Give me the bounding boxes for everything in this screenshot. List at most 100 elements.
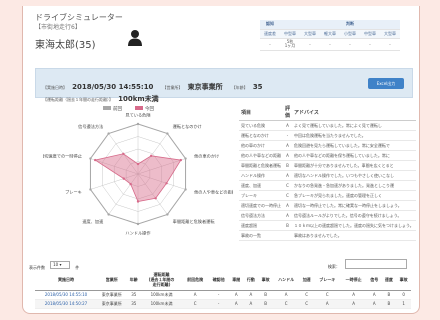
radar-category-label: 運転となのかけ (173, 123, 202, 130)
feedback-advice: 事故はありませんでした。 (292, 230, 416, 241)
feedback-item: 他の車のかけ (239, 140, 283, 151)
history-col-header[interactable]: 前回危険 (181, 270, 209, 291)
radar-point (136, 200, 140, 203)
history-cell: 35 (126, 299, 142, 309)
history-cell: A (243, 290, 259, 300)
history-cell: 1 (396, 299, 411, 309)
history-cell: B (258, 290, 273, 300)
group-header-cognition: 認知 (260, 20, 280, 30)
col-header: 大型車 (300, 29, 320, 39)
feedback-item: 速度、加速 (239, 180, 283, 191)
search-label: 検索： (327, 264, 340, 269)
history-row[interactable]: 2018/05/30 14:55:10 東京事業所 35 100km未満 A - A A B A C… (35, 290, 411, 300)
radar-point (136, 162, 140, 166)
history-cell: 35 (126, 290, 142, 300)
history-col-header[interactable]: 行動 (243, 270, 259, 291)
radar-category-label: 信号遵法方法 (78, 123, 103, 130)
feedback-grade: A (283, 200, 293, 211)
history-cell: - (208, 299, 229, 309)
history-col-header[interactable]: 車間 (228, 270, 244, 291)
radar-category-label: 他の車のかけ (194, 152, 219, 159)
distance-value: 100km未満 (118, 95, 159, 103)
col-header: 大型車 (380, 29, 400, 39)
history-col-header[interactable]: 信号 (366, 270, 382, 291)
radar-category-label: 他の人や車などの距離 (194, 189, 233, 196)
excel-export-button[interactable]: Excel出力 (368, 78, 404, 89)
feedback-table: 項目 評価 アドバイス 見ている危険 A よく見て運転していました。常によく見て運転… (239, 104, 416, 241)
feedback-grade: A (283, 140, 293, 151)
history-col-header[interactable]: ブレーキ (314, 270, 341, 291)
radar-category-label: 見ている危険 (125, 112, 151, 119)
feedback-row: 適切速度での一時停止 A 適切な一時停止でした。常に確実な一時停止をしましょう。 (239, 200, 416, 211)
legend-swatch (103, 106, 111, 110)
cell-value: - (340, 38, 360, 51)
history-col-header[interactable]: 速度 (381, 270, 397, 291)
history-cell: C (181, 299, 209, 309)
feedback-advice: 危険回避を見たら運転していました。常に安全運転で (292, 140, 416, 151)
history-date-link[interactable]: 2018/05/30 14:50:27 (35, 299, 98, 309)
radar-category-label: 車間距離と危険者運転 (173, 218, 216, 225)
history-date-link[interactable]: 2018/05/30 14:55:10 (35, 290, 98, 300)
history-col-header[interactable]: 確認他 (208, 270, 229, 291)
feedback-row: 他の車のかけ A 危険回避を見たら運転していました。常に安全運転で (239, 140, 416, 151)
feedback-item: 速度超過 (239, 220, 283, 231)
radar-point (129, 182, 132, 186)
feedback-advice: 急ブレーキが見られました。速度の管理を正しく (292, 190, 416, 201)
cell-value: - (360, 38, 380, 51)
page-length-select[interactable]: 10 ▾ (50, 260, 71, 269)
history-col-header[interactable]: 営業所 (97, 270, 127, 291)
radar-category-label: 適切速度での一時停止 (43, 152, 82, 159)
history-cell: B (258, 299, 273, 309)
history-col-header[interactable]: 事故 (258, 270, 273, 291)
feedback-grade: A (283, 170, 293, 181)
office-value: 東京事業所 (187, 83, 223, 91)
radar-point (122, 152, 125, 155)
cognition-judgement-table: 認知 判断 速度差 中型車 大型車 軽大車 小型車 中型車 大型車 - 5秒 1… (260, 20, 400, 51)
history-row[interactable]: 2018/05/30 14:50:27 東京事業所 35 100km未満 C - A A B C C… (35, 299, 411, 309)
office-label: 【営業所】 (162, 85, 183, 90)
history-col-header[interactable]: 年齢 (126, 270, 142, 291)
history-cell: A (340, 290, 367, 300)
summary-band: 【実施日時】 2018/05/30 14:55:10 【営業所】 東京事業所 【… (35, 68, 413, 103)
age-label: 【年齢】 (231, 85, 248, 90)
radar-point (184, 157, 187, 160)
group-header-blank (320, 20, 340, 30)
search-input[interactable] (345, 258, 407, 269)
feedback-col-advice: アドバイス (292, 104, 416, 121)
radar-category-label: ブレーキ (65, 189, 82, 195)
feedback-item: ハンドル操作 (239, 170, 283, 181)
history-col-header[interactable]: 事故 (396, 270, 411, 291)
cell-value: - (380, 38, 400, 51)
history-cell: 100km未満 (141, 290, 182, 300)
history-col-header[interactable]: 実施日時 (35, 270, 98, 291)
history-cell: 東京事業所 (97, 299, 127, 309)
history-cell: 東京事業所 (97, 290, 127, 300)
radar-point (107, 132, 110, 135)
feedback-col-item: 項目 (239, 104, 283, 121)
feedback-advice: １０ｋｍ以上の速度超過でした。速度の過失に気をつけましょう。 (292, 220, 416, 231)
cell-value: - (260, 38, 280, 51)
feedback-advice: 適切なハンドル操作でした。いつもやさしく使いこなし (292, 170, 416, 181)
col-header: 軽大車 (320, 29, 340, 39)
user-name: 東海太郎(35) (35, 40, 96, 51)
feedback-grade (283, 230, 293, 241)
feedback-grade: C (283, 190, 293, 201)
group-header-blank (300, 20, 320, 30)
radar-point (136, 122, 140, 126)
history-cell: A (272, 290, 300, 300)
history-col-header[interactable]: ハンドル (272, 270, 300, 291)
history-col-header[interactable]: 一時停止 (340, 270, 367, 291)
history-col-header[interactable]: 運転距離 (過去１年間の 走行距離) (141, 270, 182, 291)
feedback-grade: A (283, 120, 293, 131)
feedback-row: 他の人や車などの距離 A 他の人や車などの距離を保ち運転していました。常に (239, 150, 416, 161)
feedback-advice: 適切な一時停止でした。常に確実な一時停止をしましょう。 (292, 200, 416, 211)
history-col-header[interactable]: 加速 (299, 270, 315, 291)
feedback-advice: 信号遵法ルールがよりでした。信号の遵守を続けましょう。 (292, 210, 416, 221)
feedback-grade: B (283, 220, 293, 231)
course-subtitle: 【市街地走行6】 (35, 24, 81, 31)
feedback-row: 速度超過 B １０ｋｍ以上の速度超過でした。速度の過失に気をつけましょう。 (239, 220, 416, 231)
feedback-item: 適切速度での一時停止 (239, 200, 283, 211)
user-avatar-icon (128, 30, 142, 46)
radar-point (154, 197, 157, 200)
history-cell: A (366, 290, 382, 300)
